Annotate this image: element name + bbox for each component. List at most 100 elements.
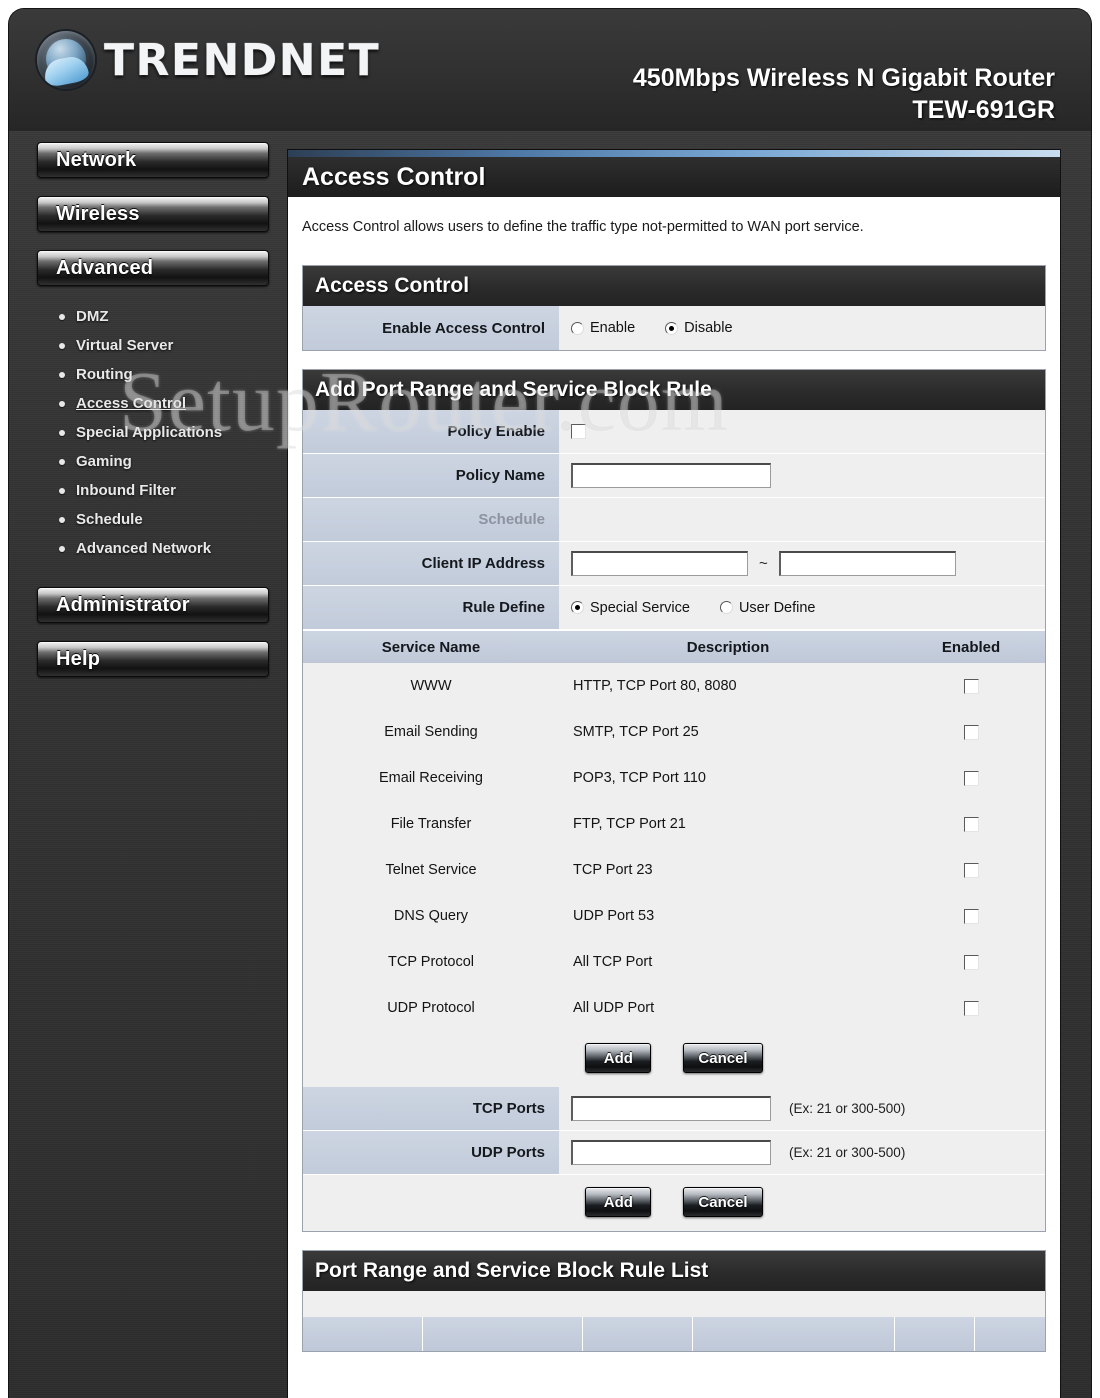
bullet-icon	[59, 342, 65, 349]
access-control-section: Access Control Enable Access Control Ena…	[302, 265, 1046, 351]
bullet-icon	[59, 516, 65, 523]
radio-enable-access-control-disable[interactable]: Disable	[665, 320, 733, 336]
tcp-ports-row: TCP Ports (Ex: 21 or 300-500)	[303, 1087, 1045, 1131]
service-description: UDP Port 53	[573, 908, 655, 924]
sidebar-subitem-routing[interactable]: Routing	[37, 360, 269, 389]
main-content-panel: Access Control Access Control allows use…	[287, 149, 1061, 1398]
bullet-icon	[59, 400, 65, 407]
sidebar-item-wireless[interactable]: Wireless	[37, 196, 269, 232]
policy-name-label: Policy Name	[303, 454, 559, 497]
service-name: Email Sending	[384, 724, 478, 740]
cancel-ports-button[interactable]: Cancel	[683, 1187, 763, 1217]
access-control-section-header: Access Control	[303, 266, 1045, 306]
add-ports-button[interactable]: Add	[585, 1187, 652, 1217]
service-enabled-checkbox[interactable]	[963, 678, 979, 694]
udp-ports-input[interactable]	[571, 1140, 771, 1165]
sidebar-subitem-schedule[interactable]: Schedule	[37, 505, 269, 534]
sidebar-item-help[interactable]: Help	[37, 641, 269, 677]
radio-disable-label: Disable	[684, 320, 733, 336]
rule-list-col-5	[895, 1317, 975, 1351]
policy-enable-checkbox[interactable]	[571, 424, 586, 439]
policy-name-input[interactable]	[571, 463, 771, 488]
table-row: Telnet Service TCP Port 23	[303, 847, 1045, 893]
radio-rule-define-user-define[interactable]: User Define	[719, 599, 816, 616]
udp-ports-label: UDP Ports	[303, 1131, 559, 1174]
page-description: Access Control allows users to define th…	[288, 197, 1060, 265]
service-enabled-checkbox[interactable]	[963, 724, 979, 740]
rule-define-label: Rule Define	[303, 586, 559, 629]
rule-list-section: Port Range and Service Block Rule List	[302, 1250, 1046, 1352]
add-service-button[interactable]: Add	[585, 1043, 652, 1073]
sidebar-subitem-advanced-network[interactable]: Advanced Network	[37, 534, 269, 563]
client-ip-value: ~	[559, 542, 1045, 585]
page-title: Access Control	[302, 162, 486, 191]
service-enabled-checkbox[interactable]	[963, 954, 979, 970]
sidebar-subitem-dmz-label: DMZ	[76, 308, 109, 325]
table-row: TCP Protocol All TCP Port	[303, 939, 1045, 985]
add-rule-section: Add Port Range and Service Block Rule Po…	[302, 369, 1046, 1232]
tcp-ports-input[interactable]	[571, 1096, 771, 1121]
service-name: WWW	[410, 678, 452, 694]
sidebar-subitem-access-control[interactable]: Access Control	[37, 389, 269, 418]
sidebar-subitem-special-applications[interactable]: Special Applications	[37, 418, 269, 447]
sidebar-subitem-dmz[interactable]: DMZ	[37, 302, 269, 331]
brand-name: TRENDNET	[104, 34, 381, 86]
service-enabled-cell	[897, 709, 1045, 755]
bullet-icon	[59, 545, 65, 552]
udp-ports-row: UDP Ports (Ex: 21 or 300-500)	[303, 1131, 1045, 1175]
radio-user-define-label: User Define	[738, 599, 816, 616]
client-ip-end-input[interactable]	[778, 551, 956, 576]
bullet-icon	[59, 313, 65, 320]
sidebar-item-advanced[interactable]: Advanced	[37, 250, 269, 286]
service-description: FTP, TCP Port 21	[573, 816, 686, 832]
client-ip-start-input[interactable]	[571, 551, 748, 576]
radio-enable-access-control-enable[interactable]: Enable	[571, 320, 635, 336]
service-enabled-checkbox[interactable]	[963, 862, 979, 878]
policy-enable-value	[559, 410, 1045, 453]
sidebar-nav: Network Wireless Advanced DMZ Virtual Se…	[37, 142, 269, 695]
service-enabled-checkbox[interactable]	[963, 1000, 979, 1016]
service-enabled-checkbox[interactable]	[963, 770, 979, 786]
service-enabled-checkbox[interactable]	[963, 816, 979, 832]
rule-list-col-1	[303, 1317, 423, 1351]
page-title-bar: Access Control	[288, 157, 1060, 197]
policy-enable-label: Policy Enable	[303, 410, 559, 453]
service-description: TCP Port 23	[573, 862, 653, 878]
service-enabled-cell	[897, 663, 1045, 709]
rule-list-section-title: Port Range and Service Block Rule List	[315, 1259, 709, 1282]
service-name: TCP Protocol	[388, 954, 474, 970]
rule-list-table-header	[303, 1317, 1045, 1351]
sidebar-subitem-gaming-label: Gaming	[76, 453, 132, 470]
service-description: HTTP, TCP Port 80, 8080	[573, 678, 737, 694]
sidebar-item-administrator[interactable]: Administrator	[37, 587, 269, 623]
sidebar-item-wireless-label: Wireless	[56, 202, 140, 225]
sidebar-subitem-virtual-server[interactable]: Virtual Server	[37, 331, 269, 360]
ip-range-separator: ~	[759, 555, 768, 572]
table-row: DNS Query UDP Port 53	[303, 893, 1045, 939]
radio-special-service-label: Special Service	[590, 599, 690, 616]
cancel-service-button[interactable]: Cancel	[683, 1043, 763, 1073]
service-enabled-checkbox[interactable]	[963, 908, 979, 924]
service-name: Telnet Service	[385, 862, 477, 878]
policy-enable-row: Policy Enable	[303, 410, 1045, 454]
radio-rule-define-special-service[interactable]: Special Service	[571, 600, 690, 616]
rule-define-value: Special Service User Define	[559, 586, 1045, 629]
access-control-section-title: Access Control	[315, 274, 470, 297]
enable-access-control-row: Enable Access Control Enable Disable	[303, 306, 1045, 350]
sidebar-item-network[interactable]: Network	[37, 142, 269, 178]
add-rule-section-header: Add Port Range and Service Block Rule	[303, 370, 1045, 410]
tcp-ports-hint: (Ex: 21 or 300-500)	[789, 1101, 906, 1116]
sidebar-subitem-gaming[interactable]: Gaming	[37, 447, 269, 476]
service-description: POP3, TCP Port 110	[573, 770, 706, 786]
enable-access-control-value: Enable Disable	[559, 306, 1045, 350]
sidebar-subitem-inbound-filter[interactable]: Inbound Filter	[37, 476, 269, 505]
udp-ports-value: (Ex: 21 or 300-500)	[559, 1131, 1045, 1174]
sidebar-subitem-inbound-filter-label: Inbound Filter	[76, 482, 176, 499]
service-enabled-cell	[897, 755, 1045, 801]
rule-list-spacer	[303, 1291, 1045, 1317]
sidebar-subitem-special-applications-label: Special Applications	[76, 424, 223, 441]
client-ip-label: Client IP Address	[303, 542, 559, 585]
service-name: DNS Query	[393, 908, 469, 924]
service-enabled-cell	[897, 893, 1045, 939]
sidebar-subitem-schedule-label: Schedule	[76, 511, 143, 528]
